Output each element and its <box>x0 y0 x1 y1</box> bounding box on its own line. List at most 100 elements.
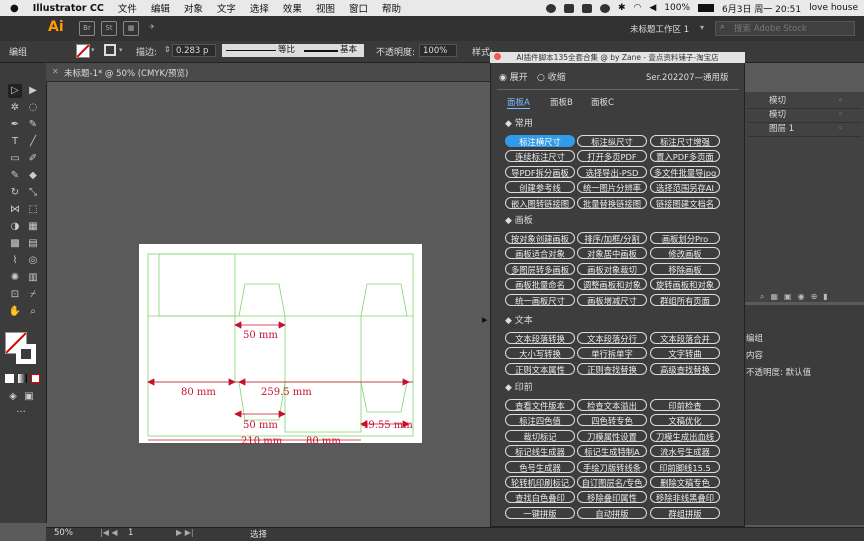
plugin-button[interactable]: 标注横尺寸 <box>505 135 575 147</box>
paintbrush-tool-icon[interactable]: ✐ <box>26 152 40 166</box>
variable-width-profile[interactable]: 等比 <box>222 44 300 57</box>
plugin-button[interactable]: 群组所有页面 <box>650 293 720 306</box>
symbol-sprayer-tool-icon[interactable]: ✺ <box>8 271 22 285</box>
dieline-artwork[interactable] <box>139 244 422 443</box>
line-tool-icon[interactable]: ╱ <box>26 135 40 149</box>
layers-footer-icons[interactable]: ⌕▦▣◉⊕▮ <box>760 292 834 302</box>
color-mode-icon[interactable] <box>5 374 14 383</box>
rotate-tool-icon[interactable]: ↻ <box>8 186 22 200</box>
eraser-tool-icon[interactable]: ◆ <box>26 169 40 183</box>
close-icon[interactable] <box>494 53 501 60</box>
plugin-button[interactable]: 连续标注尺寸 <box>505 150 575 163</box>
plugin-button[interactable]: 标注四色值 <box>505 414 575 427</box>
plugin-button[interactable]: 文本段落转换 <box>505 332 575 344</box>
layer-row[interactable]: 模切 ◦ <box>747 108 862 123</box>
chevron-down-icon[interactable]: ▾ <box>700 23 704 32</box>
scale-tool-icon[interactable]: ⤡ <box>26 186 40 200</box>
plugin-button[interactable]: 链接图建文档名 <box>650 196 720 209</box>
user-name[interactable]: love house <box>809 3 858 13</box>
draw-mode-icon[interactable]: ◈ <box>6 390 20 404</box>
plugin-button[interactable]: 刀模属性设置 <box>577 429 647 442</box>
hand-tool-icon[interactable]: ✋ <box>8 305 22 319</box>
artboard-tool-icon[interactable]: ⊡ <box>8 288 22 302</box>
plugin-button[interactable]: 四色转专色 <box>577 414 647 427</box>
plugin-button[interactable]: 正则文本属性 <box>505 362 575 375</box>
plugin-button[interactable]: 正则查找替换 <box>577 362 647 375</box>
apple-icon[interactable]: ● <box>10 3 19 14</box>
width-tool-icon[interactable]: ⋈ <box>8 203 22 217</box>
shaper-tool-icon[interactable]: ✎ <box>8 169 22 183</box>
target-icon[interactable]: ◦ <box>838 122 843 136</box>
plugin-button[interactable]: 置入PDF多页面 <box>650 150 720 163</box>
stroke-stepper-icon[interactable]: ⇕ <box>164 45 171 54</box>
plugin-button[interactable]: 画板对象裁切 <box>577 262 647 275</box>
plugin-button[interactable]: 批量替换链接图 <box>577 196 647 209</box>
free-transform-tool-icon[interactable]: ⬚ <box>26 203 40 217</box>
plugin-button[interactable]: 创建参考线 <box>505 181 575 194</box>
stock-button[interactable]: St <box>101 21 117 36</box>
workspace-switcher[interactable]: 未标题工作区 1 <box>630 23 689 35</box>
plugin-button[interactable]: 单行拆单字 <box>577 347 647 360</box>
plugin-button[interactable]: 色号生成器 <box>505 460 575 473</box>
menu-help[interactable]: 帮助 <box>382 1 401 15</box>
more-tools-icon[interactable]: ··· <box>14 406 28 420</box>
battery-icon[interactable] <box>698 4 714 12</box>
plugin-button[interactable]: 自订图层名/专色 <box>577 476 647 488</box>
plugin-button[interactable]: 查看文件版本 <box>505 399 575 411</box>
tab-panel-b[interactable]: 面板B <box>550 96 573 108</box>
menu-view[interactable]: 视图 <box>316 1 335 15</box>
slice-tool-icon[interactable]: ⌿ <box>26 288 40 302</box>
next-artboard-icon[interactable]: ▶ ▶| <box>176 528 194 537</box>
wifi-icon[interactable]: ◠ <box>633 3 641 13</box>
plugin-button[interactable]: 画板划分Pro <box>650 232 720 244</box>
plugin-button[interactable]: 文本段落合并 <box>650 332 720 344</box>
close-tab-icon[interactable]: ✕ <box>52 67 59 76</box>
plugin-button[interactable]: 高级查找替换 <box>650 362 720 375</box>
plugin-button[interactable]: 印前检查 <box>650 399 720 411</box>
menu-window[interactable]: 窗口 <box>349 1 368 15</box>
opacity-input[interactable]: 100% <box>419 44 457 57</box>
plugin-button[interactable]: 调整画板和对象 <box>577 278 647 291</box>
tray-clock-icon[interactable] <box>599 3 610 13</box>
column-graph-tool-icon[interactable]: ▥ <box>26 271 40 285</box>
plugin-button[interactable]: 轮转机印刷标记 <box>505 476 575 488</box>
plugin-button[interactable]: 标记线生成器 <box>505 445 575 458</box>
rectangle-tool-icon[interactable]: ▭ <box>8 152 22 166</box>
plugin-title-bar[interactable]: AI插件脚本135全套合集 @ by Zane - 壹点资料铺子-淘宝店 <box>490 52 745 63</box>
zoom-tool-icon[interactable]: ⌕ <box>26 305 40 319</box>
perspective-grid-tool-icon[interactable]: ▦ <box>26 220 40 234</box>
radio-collapse[interactable]: ○ 收缩 <box>537 70 566 83</box>
menu-edit[interactable]: 编辑 <box>151 1 170 15</box>
menu-object[interactable]: 对象 <box>184 1 203 15</box>
artboard-number[interactable]: 1 <box>128 528 133 538</box>
bluetooth-icon[interactable]: ✱ <box>618 3 626 13</box>
mesh-tool-icon[interactable]: ▩ <box>8 237 22 251</box>
clock-text[interactable]: 6月3日 周一 20:51 <box>722 2 801 15</box>
target-icon[interactable]: ◦ <box>838 94 843 108</box>
radio-expand[interactable]: ◉ 展开 <box>499 70 528 83</box>
stroke-color-swatch[interactable] <box>16 344 36 364</box>
eyedropper-tool-icon[interactable]: ⌇ <box>8 254 22 268</box>
fill-dropdown-icon[interactable]: ▾ <box>91 46 95 54</box>
plugin-button[interactable]: 嵌入图转链接图 <box>505 196 575 209</box>
plugin-button[interactable]: 刀模生成出血线 <box>650 429 720 442</box>
arrange-documents-icon[interactable]: ▦ <box>123 21 139 36</box>
fill-swatch[interactable] <box>76 44 90 58</box>
menu-effect[interactable]: 效果 <box>283 1 302 15</box>
magic-wand-tool-icon[interactable]: ✲ <box>8 101 22 115</box>
menu-select[interactable]: 选择 <box>250 1 269 15</box>
plugin-button[interactable]: 旋转画板和对象 <box>650 278 720 291</box>
plugin-button[interactable]: 画板批量命名 <box>505 278 575 291</box>
plugin-button[interactable]: 文本段落分行 <box>577 332 647 344</box>
type-tool-icon[interactable]: T <box>8 135 22 149</box>
stroke-dropdown-icon[interactable]: ▾ <box>119 46 123 54</box>
status-tool-name[interactable]: 选择 <box>250 528 267 540</box>
layer-row[interactable]: 模切 ◦ <box>747 94 862 109</box>
plugin-button[interactable]: 删除文稿专色 <box>650 476 720 488</box>
plugin-button[interactable]: 自动拼版 <box>577 506 647 519</box>
brush-definition[interactable]: 基本 <box>300 44 364 57</box>
tray-wechat-icon[interactable] <box>563 3 574 13</box>
stroke-swatch[interactable] <box>104 44 116 56</box>
plugin-button[interactable]: 检查文本溢出 <box>577 399 647 411</box>
bridge-button[interactable]: Br <box>79 21 95 36</box>
